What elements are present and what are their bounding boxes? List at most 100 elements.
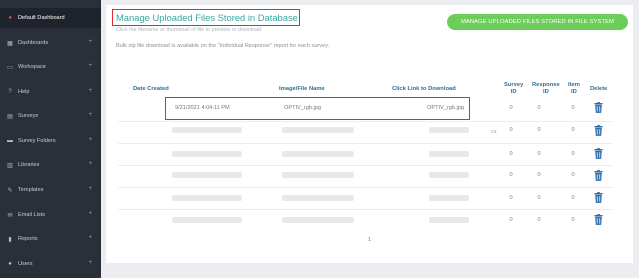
sidebar-item-reports[interactable]: ▮ Reports +: [0, 229, 101, 249]
sidebar-item-label: Workspace: [18, 64, 46, 70]
reports-icon: ▮: [8, 236, 12, 243]
expand-icon[interactable]: +: [88, 137, 92, 143]
row-divider: [118, 143, 613, 144]
users-icon: ●: [8, 261, 12, 267]
header-response-id-line2: ID: [542, 89, 549, 95]
sidebar-item-label: Reports: [18, 236, 38, 242]
panel-footer: [106, 263, 633, 278]
stray-text: cx: [491, 129, 497, 135]
cell-response-id: 0: [537, 105, 541, 111]
redacted-date: [172, 151, 242, 157]
trash-icon[interactable]: [594, 102, 603, 113]
redacted-date: [172, 195, 242, 201]
row-divider: [118, 121, 613, 122]
redacted-file-name: [282, 195, 354, 201]
redacted-file-name: [282, 127, 354, 133]
cell-survey-id: 0: [509, 151, 513, 157]
trash-icon[interactable]: [594, 170, 603, 181]
cell-response-id: 0: [537, 127, 541, 133]
redacted-file-name: [282, 217, 354, 223]
help-icon: ?: [8, 89, 12, 95]
manage-file-system-button[interactable]: MANAGE UPLOADED FILES STORED IN FILE SYS…: [447, 14, 628, 30]
sidebar-item-label: Libraries: [18, 162, 40, 168]
redacted-date: [172, 217, 242, 223]
header-survey-id-line2: ID: [510, 89, 517, 95]
sidebar-item-default-dashboard[interactable]: ◕ Default Dashboard: [0, 8, 101, 28]
cell-item-id: 0: [571, 172, 575, 178]
expand-icon[interactable]: +: [88, 88, 92, 94]
cell-survey-id: 0: [509, 172, 513, 178]
sidebar-item-label: Surveys: [18, 113, 39, 119]
header-date-created[interactable]: Date Created: [133, 86, 169, 93]
sidebar-item-libraries[interactable]: ▥ Libraries +: [0, 155, 101, 175]
cell-survey-id: 0: [509, 105, 513, 111]
header-survey-id-line1: Survey: [504, 82, 524, 88]
expand-icon[interactable]: +: [88, 39, 92, 45]
email-lists-icon: ✉: [7, 212, 13, 219]
header-survey-id[interactable]: Survey ID: [504, 82, 523, 96]
redacted-file-name: [282, 151, 354, 157]
header-item-id[interactable]: Item ID: [568, 82, 580, 96]
sidebar-item-users[interactable]: ● Users +: [0, 254, 101, 274]
page-number[interactable]: 1: [368, 237, 371, 243]
sidebar-item-templates[interactable]: ✎ Templates +: [0, 180, 101, 200]
cell-item-id: 0: [571, 217, 575, 223]
expand-icon[interactable]: +: [88, 63, 92, 69]
header-image-file-name[interactable]: Image/File Name: [279, 86, 325, 93]
sidebar-item-label: Default Dashboard: [18, 15, 65, 21]
cell-item-id: 0: [571, 195, 575, 201]
redacted-download-link: [429, 151, 469, 157]
cell-item-id: 0: [571, 105, 575, 111]
cell-date-created: 9/21/2021 4:04:11 PM: [175, 105, 230, 111]
row-divider: [118, 209, 613, 210]
sidebar-item-label: Users: [18, 261, 33, 267]
redacted-download-link: [429, 217, 469, 223]
redacted-download-link: [429, 172, 469, 178]
expand-icon[interactable]: +: [88, 235, 92, 241]
expand-icon[interactable]: +: [88, 112, 92, 118]
cell-file-name[interactable]: OPTIV_rgb.jpg: [284, 105, 321, 111]
sidebar-item-label: Dashboards: [18, 40, 49, 46]
sidebar-item-surveys[interactable]: ▤ Surveys +: [0, 106, 101, 126]
expand-icon[interactable]: +: [88, 161, 92, 167]
trash-icon[interactable]: [594, 125, 603, 136]
cell-response-id: 0: [537, 151, 541, 157]
sidebar-item-email-lists[interactable]: ✉ Email Lists +: [0, 205, 101, 225]
trash-icon[interactable]: [594, 192, 603, 203]
page-title: Manage Uploaded Files Stored in Database: [116, 12, 298, 23]
page-subtitle: Click the filename or thumbnail of file …: [116, 27, 263, 33]
redacted-download-link: [429, 127, 469, 133]
header-response-id-line1: Response: [532, 82, 560, 88]
dashboard-icon: ◕: [8, 15, 12, 21]
redacted-date: [172, 127, 242, 133]
sidebar-item-workspace[interactable]: ▭ Workspace +: [0, 57, 101, 77]
row-divider: [118, 165, 613, 166]
trash-icon[interactable]: [594, 214, 603, 225]
row-divider: [118, 187, 613, 188]
header-delete: Delete: [590, 86, 608, 92]
expand-icon[interactable]: +: [88, 186, 92, 192]
sidebar-item-survey-folders[interactable]: ▬ Survey Folders +: [0, 131, 101, 151]
header-item-id-line1: Item: [568, 82, 580, 88]
header-download-link[interactable]: Click Link to Download: [392, 86, 456, 93]
sidebar-item-help[interactable]: ? Help +: [0, 82, 101, 102]
redacted-file-name: [282, 172, 354, 178]
header-item-id-line2: ID: [571, 89, 577, 95]
libraries-icon: ▥: [7, 162, 13, 169]
redacted-download-link: [429, 195, 469, 201]
cell-response-id: 0: [537, 195, 541, 201]
bulk-download-note: Bulk zip file download is available on t…: [116, 43, 330, 49]
expand-icon[interactable]: +: [88, 211, 92, 217]
cell-survey-id: 0: [509, 195, 513, 201]
cell-download-link[interactable]: OPTIV_rgb.jpg: [427, 105, 464, 111]
redacted-date: [172, 172, 242, 178]
dashboards-icon: ▦: [7, 40, 13, 47]
sidebar-item-dashboards[interactable]: ▦ Dashboards +: [0, 33, 101, 53]
cell-survey-id: 0: [509, 127, 513, 133]
expand-icon[interactable]: +: [88, 260, 92, 266]
trash-icon[interactable]: [594, 148, 603, 159]
cell-response-id: 0: [537, 217, 541, 223]
surveys-icon: ▤: [7, 113, 13, 120]
sidebar-item-label: Templates: [18, 187, 44, 193]
header-response-id[interactable]: Response ID: [532, 82, 560, 96]
